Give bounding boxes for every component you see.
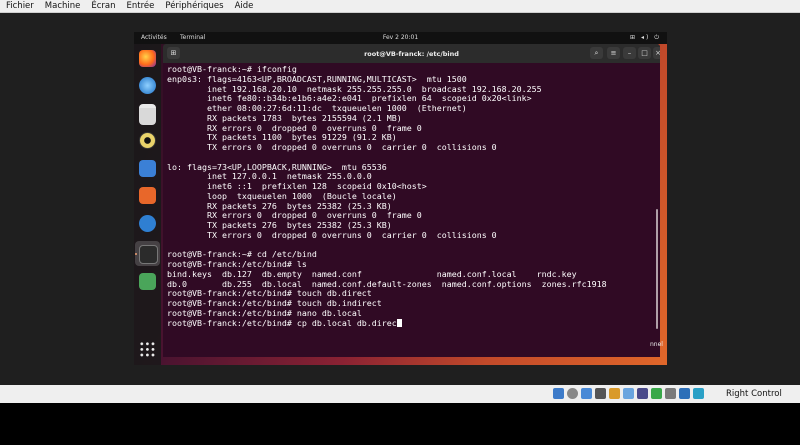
optical-drive-icon[interactable] <box>567 388 578 399</box>
terminal-scrollbar[interactable] <box>656 209 658 329</box>
trash-icon[interactable] <box>139 273 156 290</box>
thunderbird-icon[interactable] <box>139 77 156 94</box>
terminal-icon[interactable] <box>139 245 158 264</box>
menu-ecran[interactable]: Écran <box>85 0 120 12</box>
terminal-window[interactable]: ⊞ root@VB-franck: /etc/bind ⌕ ≡ – □ × ro… <box>163 44 660 357</box>
menu-fichier[interactable]: Fichier <box>0 0 39 12</box>
display-icon[interactable] <box>637 388 648 399</box>
cpu-icon[interactable] <box>665 388 676 399</box>
menu-aide[interactable]: Aide <box>229 0 259 12</box>
minimize-icon[interactable]: – <box>623 47 636 59</box>
text-cursor <box>396 318 402 327</box>
terminal-line: root@VB-franck:/etc/bind# cp db.local db… <box>167 318 643 329</box>
status-icons <box>553 388 707 399</box>
keyboard-icon[interactable] <box>693 388 704 399</box>
firefox-icon[interactable] <box>139 50 156 67</box>
virtualbox-statusbar: Right Control <box>0 385 800 403</box>
menu-icon[interactable]: ≡ <box>607 47 620 59</box>
black-bottom-area <box>0 403 800 445</box>
terminal-title: root@VB-franck: /etc/bind <box>364 50 459 58</box>
writer-icon[interactable] <box>139 160 156 177</box>
software-icon[interactable] <box>139 187 156 204</box>
network-icon[interactable] <box>595 388 606 399</box>
menu-machine[interactable]: Machine <box>39 0 86 12</box>
mouse-integration-icon[interactable] <box>679 388 690 399</box>
usb-icon[interactable] <box>609 388 620 399</box>
search-icon[interactable]: ⌕ <box>590 47 603 59</box>
running-indicator <box>135 253 137 255</box>
hdd-icon[interactable] <box>553 388 564 399</box>
maximize-icon[interactable]: □ <box>638 47 651 59</box>
menu-entree[interactable]: Entrée <box>121 0 160 12</box>
app-grid-icon[interactable] <box>139 341 156 358</box>
gnome-topbar: Activités Terminal Fev 2 20:01 ⊞ ◂) ⏻ <box>134 32 667 44</box>
files-icon[interactable] <box>139 104 156 125</box>
shared-folders-icon[interactable] <box>623 388 634 399</box>
virtualbox-menubar: Fichier Machine Écran Entrée Périphériqu… <box>0 0 800 13</box>
recording-icon[interactable] <box>651 388 662 399</box>
menu-peripheriques[interactable]: Périphériques <box>159 0 228 12</box>
audio-icon[interactable] <box>581 388 592 399</box>
clock[interactable]: Fev 2 20:01 <box>134 34 667 41</box>
terminal-output[interactable]: root@VB-franck:~# ifconfig enp0s3: flags=… <box>167 64 643 355</box>
help-icon[interactable] <box>139 215 156 232</box>
terminal-line: TX errors 0 dropped 0 overruns 0 carrier… <box>167 229 497 240</box>
dock <box>134 44 161 365</box>
desktop-text-fragment: nnel <box>650 341 663 348</box>
host-key-label: Right Control <box>726 389 782 399</box>
rhythmbox-icon[interactable] <box>139 132 156 149</box>
terminal-titlebar: ⊞ root@VB-franck: /etc/bind ⌕ ≡ – □ × <box>163 44 660 63</box>
guest-screen[interactable]: Activités Terminal Fev 2 20:01 ⊞ ◂) ⏻ ⊞ … <box>134 32 667 365</box>
system-tray[interactable]: ⊞ ◂) ⏻ <box>630 34 661 42</box>
close-icon[interactable]: × <box>653 47 660 59</box>
terminal-line: TX errors 0 dropped 0 overruns 0 carrier… <box>167 142 497 152</box>
